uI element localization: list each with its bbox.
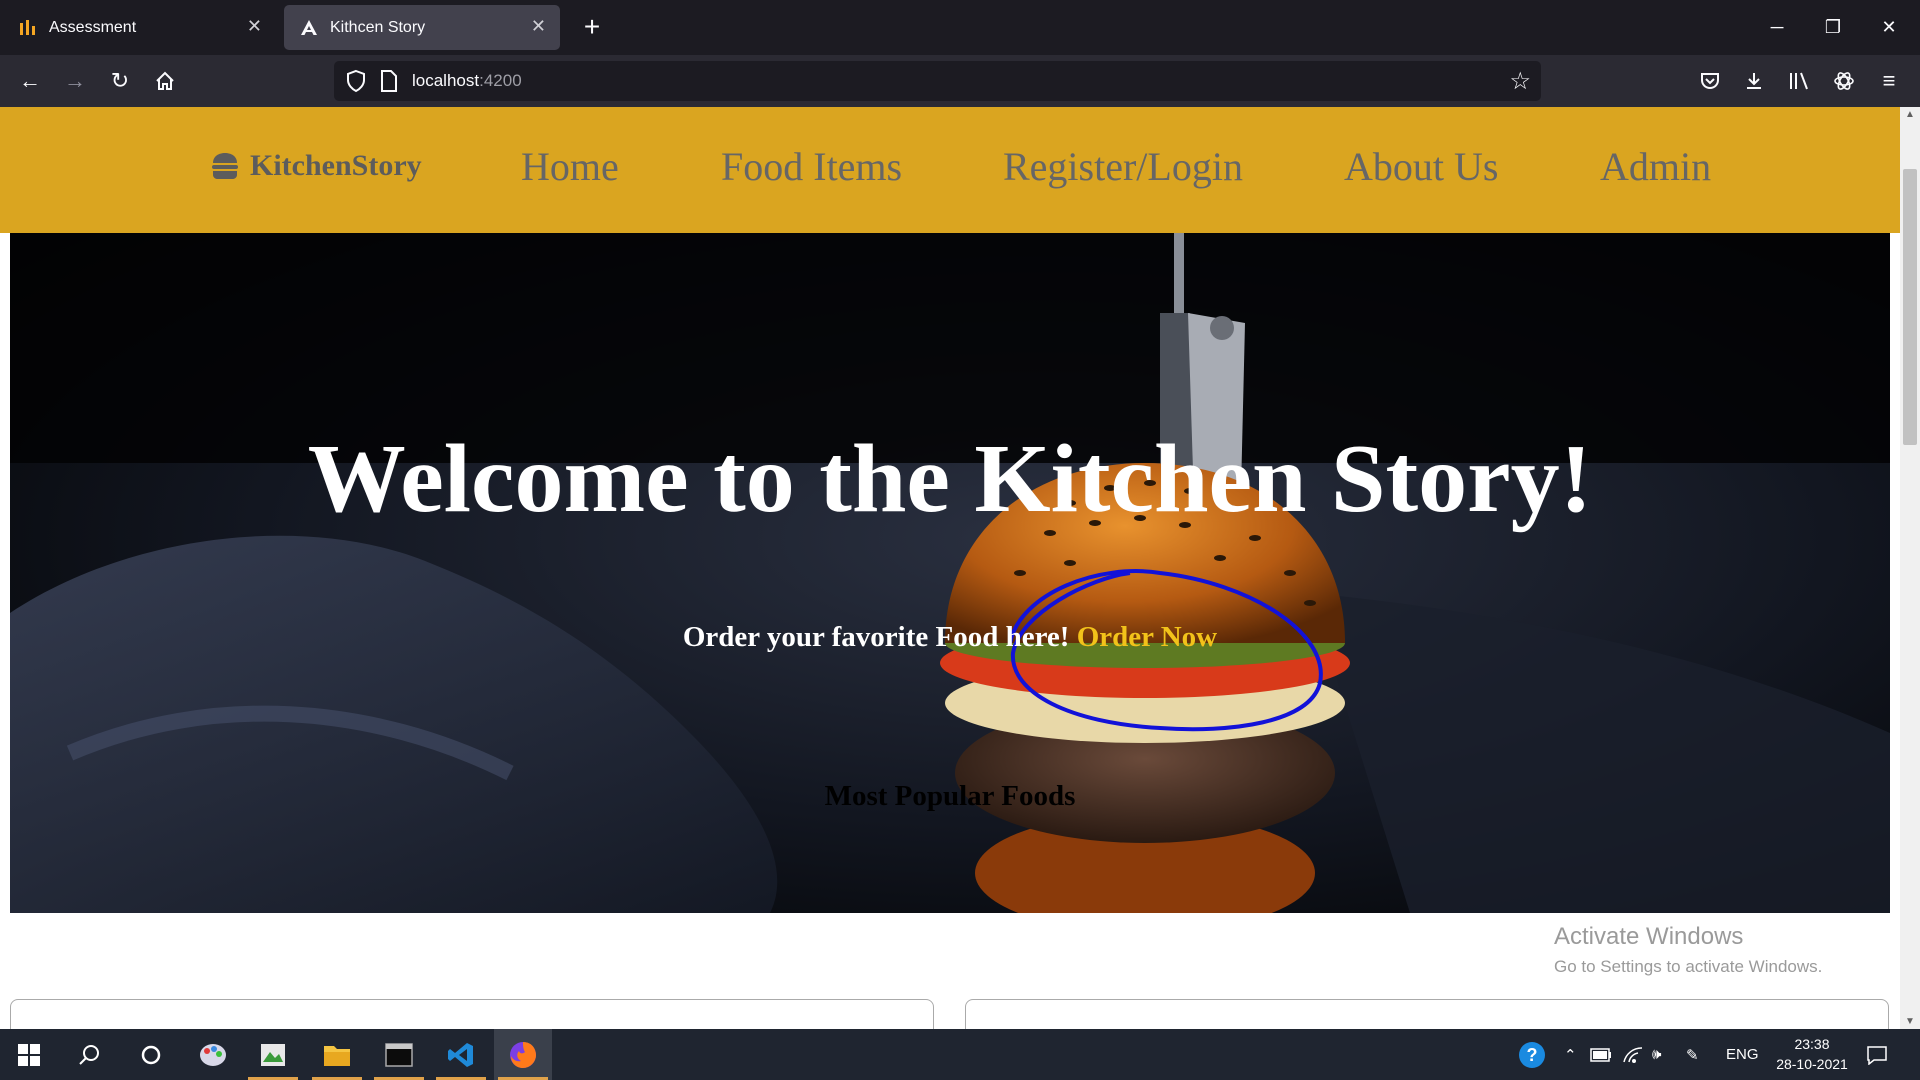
hamburger-icon <box>212 153 238 179</box>
scroll-down-icon[interactable]: ▼ <box>1900 1016 1920 1027</box>
section-title: Most Popular Foods <box>824 780 1076 812</box>
system-clock[interactable]: 23:38 28-10-2021 <box>1762 1034 1862 1074</box>
food-card[interactable] <box>10 999 934 1029</box>
page-icon <box>381 70 397 92</box>
minimize-icon[interactable]: ─ <box>1754 0 1800 55</box>
tab-kitchen-story[interactable]: Kithcen Story ✕ <box>284 5 560 50</box>
wifi-icon[interactable] <box>1622 1029 1644 1080</box>
clock-time: 23:38 <box>1794 1036 1830 1052</box>
nav-admin[interactable]: Admin <box>1600 143 1711 190</box>
bookmark-star-icon[interactable]: ☆ <box>1509 67 1531 96</box>
menu-icon[interactable]: ≡ <box>1871 63 1907 99</box>
nav-food-items[interactable]: Food Items <box>721 143 902 190</box>
library-icon[interactable] <box>1781 63 1817 99</box>
back-icon[interactable]: ← <box>12 63 48 99</box>
browser-tab-strip: Assessment ✕ Kithcen Story ✕ + ─ ❐ ✕ <box>0 0 1920 55</box>
brand-name: KitchenStory <box>250 149 422 182</box>
windows-start-icon[interactable] <box>0 1029 58 1080</box>
help-icon[interactable]: ? <box>1518 1029 1546 1080</box>
address-bar[interactable]: localhost:4200 ☆ <box>334 61 1541 101</box>
watermark-line2: Go to Settings to activate Windows. <box>1554 957 1823 976</box>
order-now-link[interactable]: Order Now <box>1077 621 1217 653</box>
browser-toolbar: ← → ↻ localhost:4200 ☆ ≡ <box>0 55 1920 107</box>
page-viewport: KitchenStory Home Food Items Register/Lo… <box>0 107 1900 1029</box>
tab-title: Kithcen Story <box>330 18 426 36</box>
reload-icon[interactable]: ↻ <box>102 63 138 99</box>
assessment-favicon-icon <box>17 17 39 39</box>
paint-app-icon[interactable] <box>184 1029 242 1080</box>
photo-app-icon[interactable] <box>244 1029 302 1080</box>
close-tab-icon[interactable]: ✕ <box>247 16 262 37</box>
close-window-icon[interactable]: ✕ <box>1866 0 1912 55</box>
scrollbar-thumb[interactable] <box>1903 169 1917 445</box>
scroll-up-icon[interactable]: ▲ <box>1900 109 1920 120</box>
svg-text:?: ? <box>1527 1045 1538 1065</box>
tracking-shield-icon[interactable] <box>344 69 368 93</box>
site-navbar: KitchenStory Home Food Items Register/Lo… <box>0 107 1900 233</box>
cortana-icon[interactable] <box>122 1029 180 1080</box>
vscode-icon[interactable] <box>432 1029 490 1080</box>
hero-subtitle: Order your favorite Food here! Order Now <box>10 621 1890 654</box>
hero-subtitle-text: Order your favorite Food here! <box>682 621 1070 653</box>
battery-icon[interactable] <box>1590 1029 1612 1080</box>
home-icon[interactable] <box>147 63 183 99</box>
activation-watermark: Activate Windows Go to Settings to activ… <box>1554 923 1822 977</box>
search-icon[interactable] <box>60 1029 118 1080</box>
tab-title: Assessment <box>49 18 137 36</box>
windows-taskbar: ? ⌃ 🕪 ✎ ENG 23:38 28-10-2021 <box>0 1029 1920 1080</box>
nav-register-login[interactable]: Register/Login <box>1003 143 1243 190</box>
downloads-icon[interactable] <box>1736 63 1772 99</box>
forward-icon[interactable]: → <box>57 63 93 99</box>
brand-link[interactable]: KitchenStory <box>210 149 422 183</box>
hero-title: Welcome to the Kitchen Story! <box>307 425 1593 533</box>
pocket-icon[interactable] <box>1692 63 1728 99</box>
restore-icon[interactable]: ❐ <box>1810 0 1856 55</box>
nav-home[interactable]: Home <box>521 143 619 190</box>
nav-about-us[interactable]: About Us <box>1344 143 1498 190</box>
tab-assessment[interactable]: Assessment ✕ <box>3 5 276 50</box>
firefox-icon[interactable] <box>494 1029 552 1080</box>
show-hidden-icons-icon[interactable]: ⌃ <box>1564 1029 1577 1080</box>
pen-icon[interactable]: ✎ <box>1686 1029 1699 1080</box>
file-explorer-icon[interactable] <box>308 1029 366 1080</box>
close-tab-icon[interactable]: ✕ <box>531 16 546 37</box>
volume-icon[interactable]: 🕪 <box>1652 1029 1661 1080</box>
watermark-line1: Activate Windows <box>1554 923 1744 950</box>
extensions-icon[interactable] <box>1826 63 1862 99</box>
clock-date: 28-10-2021 <box>1776 1056 1848 1072</box>
url-text: localhost:4200 <box>412 71 522 90</box>
angular-favicon-icon <box>298 17 320 39</box>
terminal-icon[interactable] <box>370 1029 428 1080</box>
new-tab-button[interactable]: + <box>574 10 610 46</box>
notifications-icon[interactable] <box>1866 1029 1888 1080</box>
page-scrollbar[interactable]: ▲ ▼ <box>1900 107 1920 1029</box>
language-indicator[interactable]: ENG <box>1726 1029 1759 1080</box>
food-card[interactable] <box>965 999 1889 1029</box>
